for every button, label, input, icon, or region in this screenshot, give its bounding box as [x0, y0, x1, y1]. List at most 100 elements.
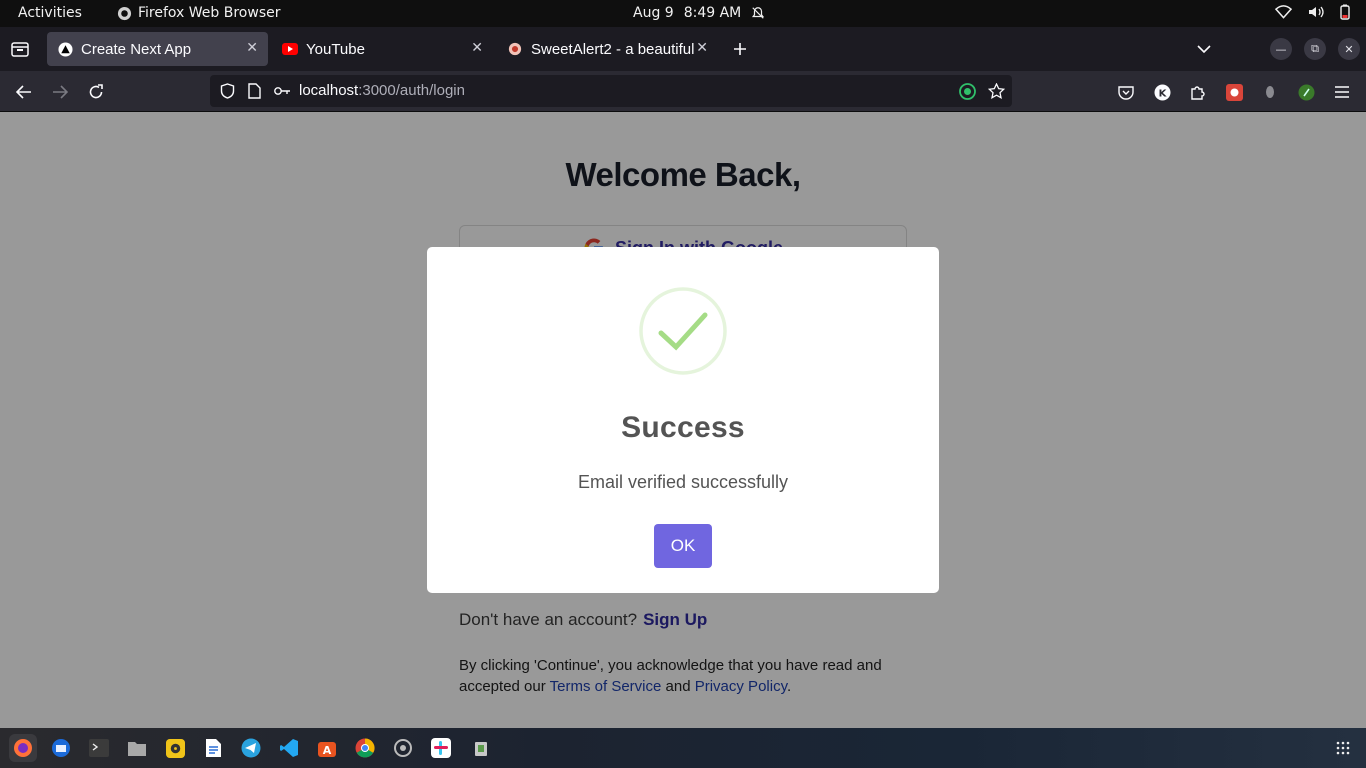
bookmark-star-icon[interactable]: [985, 80, 1007, 102]
notifications-muted-icon: [752, 7, 765, 19]
puzzle-icon: [1191, 86, 1205, 100]
vscode-icon: [280, 739, 298, 757]
extension-indicator-icon[interactable]: [956, 80, 978, 102]
dock: A: [0, 728, 1366, 768]
dock-telegram[interactable]: [237, 734, 265, 762]
account-button[interactable]: K: [1151, 81, 1173, 103]
extension-green-button[interactable]: [1295, 81, 1317, 103]
restore-icon: ⧉: [1311, 42, 1319, 55]
firefox-view-button[interactable]: [10, 40, 30, 58]
url-bar[interactable]: localhost:3000/auth/login: [210, 75, 1012, 107]
dock-files[interactable]: [123, 734, 151, 762]
tab-sweetalert2[interactable]: SweetAlert2 - a beautiful ✕: [497, 32, 718, 66]
account-avatar-icon: K: [1154, 84, 1170, 100]
music-player-icon: [165, 738, 185, 758]
minimize-button[interactable]: —: [1270, 38, 1292, 60]
hamburger-menu-icon: [1335, 86, 1349, 98]
dock-rhythmbox[interactable]: [161, 734, 189, 762]
firefox-view-icon: [11, 42, 29, 57]
app-grid-icon: [1336, 741, 1350, 755]
tab-close-icon[interactable]: ✕: [696, 40, 708, 56]
forward-button[interactable]: [49, 81, 71, 103]
thunderbird-icon: [52, 739, 70, 757]
trash-icon: [475, 742, 487, 756]
svg-text:K: K: [1158, 88, 1167, 99]
dock-firefox[interactable]: [9, 734, 37, 762]
clock-time: 8:49 AM: [683, 5, 742, 21]
tab-youtube[interactable]: YouTube ✕: [272, 32, 493, 66]
pocket-icon: [1118, 85, 1134, 100]
url-host: localhost: [299, 82, 359, 99]
firefox-icon: [117, 6, 132, 20]
extension-red-button[interactable]: [1223, 81, 1245, 103]
pocket-button[interactable]: [1115, 81, 1137, 103]
reload-button[interactable]: [85, 81, 107, 103]
dock-settings[interactable]: [389, 734, 417, 762]
ok-button[interactable]: OK: [654, 524, 712, 568]
extension-gray-button[interactable]: [1259, 81, 1281, 103]
settings-gear-icon: [394, 739, 412, 757]
tab-title: YouTube: [306, 40, 365, 58]
dock-thunderbird[interactable]: [47, 734, 75, 762]
show-applications-button[interactable]: [1329, 734, 1357, 762]
system-top-bar: Activities Firefox Web Browser Aug 9 8:4…: [0, 0, 1366, 27]
green-extension-icon: [1298, 84, 1314, 100]
dock-terminal[interactable]: [85, 734, 113, 762]
red-extension-icon: [1225, 83, 1243, 101]
tracking-protection-shield-icon[interactable]: [216, 80, 238, 102]
chevron-down-icon: [1197, 44, 1211, 53]
wifi-icon: [1275, 5, 1292, 19]
success-check-icon: [639, 287, 727, 375]
reload-icon: [89, 84, 103, 99]
restore-button[interactable]: ⧉: [1304, 38, 1326, 60]
tab-create-next-app[interactable]: Create Next App ✕: [47, 32, 268, 66]
dialog-message: Email verified successfully: [577, 472, 789, 492]
navigation-toolbar: localhost:3000/auth/login K: [0, 71, 1366, 112]
slack-icon: [431, 738, 451, 758]
firefox-icon: [14, 739, 32, 757]
back-button[interactable]: [13, 81, 35, 103]
list-all-tabs-button[interactable]: [1194, 40, 1214, 58]
dock-vscode[interactable]: [275, 734, 303, 762]
sweetalert-favicon-icon: [507, 41, 523, 57]
tab-close-icon[interactable]: ✕: [246, 40, 258, 56]
software-store-icon: A: [318, 742, 336, 757]
volume-icon: [1309, 6, 1324, 18]
nextjs-favicon-icon: [57, 41, 73, 57]
tab-close-icon[interactable]: ✕: [471, 40, 483, 56]
terminal-icon: [89, 739, 109, 757]
dock-trash[interactable]: [467, 734, 495, 762]
url-text[interactable]: localhost:3000/auth/login: [299, 82, 465, 99]
close-window-button[interactable]: ✕: [1338, 38, 1360, 60]
dock-slack[interactable]: [427, 734, 455, 762]
page-info-icon[interactable]: [243, 80, 265, 102]
extensions-button[interactable]: [1187, 81, 1209, 103]
arrow-right-icon: [53, 85, 68, 99]
telegram-icon: [241, 738, 261, 758]
minimize-icon: —: [1275, 42, 1287, 56]
dialog-title: Success: [621, 411, 745, 444]
tab-title: Create Next App: [81, 40, 192, 58]
system-tray[interactable]: [1275, 4, 1350, 20]
new-tab-button[interactable]: [729, 39, 751, 59]
tab-title: SweetAlert2 - a beautiful: [531, 40, 695, 58]
dock-software-center[interactable]: A: [313, 734, 341, 762]
clock[interactable]: Aug 9 8:49 AM: [633, 5, 765, 21]
activities-button[interactable]: Activities: [18, 5, 82, 21]
key-icon[interactable]: [271, 80, 293, 102]
youtube-favicon-icon: [282, 41, 298, 57]
document-writer-icon: [205, 739, 221, 757]
url-path: :3000/auth/login: [358, 82, 465, 99]
arrow-left-icon: [16, 85, 31, 99]
dock-chrome[interactable]: [351, 734, 379, 762]
success-dialog: Success Email verified successfully OK: [427, 247, 939, 593]
dock-writer[interactable]: [199, 734, 227, 762]
app-menu[interactable]: Firefox Web Browser: [117, 5, 281, 21]
app-menu-button[interactable]: [1331, 81, 1353, 103]
page-content: Welcome Back, Sign In with Google Don't …: [0, 112, 1366, 728]
chrome-icon: [355, 738, 375, 758]
folder-icon: [128, 741, 146, 756]
close-icon: ✕: [1344, 42, 1354, 56]
battery-icon: [1340, 4, 1350, 20]
app-name-label: Firefox Web Browser: [138, 5, 281, 21]
